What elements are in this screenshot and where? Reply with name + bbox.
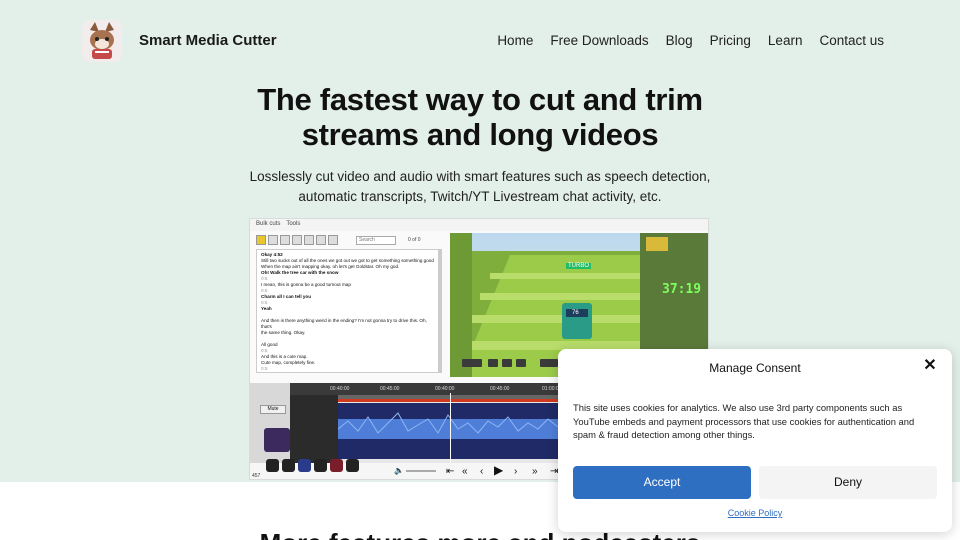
close-icon[interactable]: ✕ — [922, 358, 938, 374]
timeline-tick: 00:45:00 — [380, 386, 400, 392]
transcript-panel: Okay 4:52 Still two sucks out of all the … — [256, 249, 442, 373]
timeline-tick: 00:40:00 — [435, 386, 455, 392]
hero-subtitle: Losslessly cut video and audio with smar… — [200, 167, 760, 207]
audio-waveform — [338, 403, 558, 459]
volume-icon: 🔈 — [394, 466, 404, 475]
transcript-search: Search — [356, 236, 396, 245]
video-control-button — [502, 359, 512, 367]
hero-title-line-1: The fastest way to cut and trim — [257, 82, 703, 117]
clip-thumbnail — [346, 459, 359, 472]
site-logo[interactable] — [82, 20, 122, 62]
clip-thumbnail — [266, 459, 279, 472]
hud-badge: 76 — [572, 310, 579, 316]
play-icon: ▶ — [494, 463, 504, 477]
toolbar-icon — [292, 235, 302, 245]
cookie-consent-dialog: Manage Consent ✕ This site uses cookies … — [558, 349, 952, 532]
brand-name[interactable]: Smart Media Cutter — [139, 32, 277, 49]
transcript-line: And then is there anything weird in the … — [261, 318, 427, 329]
mute-button: Mute — [260, 405, 286, 414]
clip-thumbnail — [314, 459, 327, 472]
consent-title: Manage Consent — [709, 361, 801, 375]
cookie-policy-link[interactable]: Cookie Policy — [558, 508, 952, 518]
app-menubar: Bulk cuts Tools — [250, 219, 708, 231]
timeline-gap — [290, 383, 338, 463]
timeline-tick: 00:45:00 — [490, 386, 510, 392]
clip-thumbnail — [298, 459, 311, 472]
nav-contact-us[interactable]: Contact us — [819, 33, 884, 48]
channel-avatar — [264, 428, 290, 452]
video-control-button — [540, 359, 558, 367]
toolbar-icon — [328, 235, 338, 245]
timeline-ruler: 00:40:00 00:45:00 00:40:00 00:45:00 01:0… — [290, 383, 561, 395]
nav-learn[interactable]: Learn — [768, 33, 803, 48]
deny-button[interactable]: Deny — [759, 466, 937, 499]
toolbar-icon — [268, 235, 278, 245]
consent-text: This site uses cookies for analytics. We… — [573, 402, 915, 440]
hero-title: The fastest way to cut and trim streams … — [180, 82, 780, 152]
clip-thumbnail — [282, 459, 295, 472]
toolbar-icon — [316, 235, 326, 245]
site-header: Smart Media Cutter Home Free Downloads B… — [0, 0, 960, 84]
video-control-button — [488, 359, 498, 367]
waveform-spikes — [338, 412, 558, 434]
video-control-button — [516, 359, 526, 367]
video-control-button — [462, 359, 482, 367]
go-start-icon: ⇤ — [446, 466, 455, 477]
nav-home[interactable]: Home — [497, 33, 533, 48]
toolbar-icon — [280, 235, 290, 245]
toolbar-icon — [304, 235, 314, 245]
volume-slider — [406, 470, 436, 472]
match-count: 0 of 0 — [408, 237, 421, 243]
timeline-selection — [338, 399, 558, 402]
playhead — [450, 393, 451, 463]
fast-forward-icon: » — [532, 466, 538, 477]
nav-pricing[interactable]: Pricing — [710, 33, 751, 48]
nav-free-downloads[interactable]: Free Downloads — [550, 33, 648, 48]
clip-thumbnail — [330, 459, 343, 472]
timeline-tick: 00:40:00 — [330, 386, 350, 392]
hero-title-line-2: streams and long videos — [301, 117, 659, 152]
hero-subtitle-line-1: Losslessly cut video and audio with smar… — [249, 169, 711, 184]
menu-tools: Tools — [286, 221, 301, 227]
hud-timer: 37:19 — [662, 282, 702, 297]
app-toolbar — [256, 235, 338, 247]
rewind-icon: « — [462, 466, 468, 477]
hero-subtitle-line-2: automatic transcripts, Twitch/YT Livestr… — [298, 189, 662, 204]
transcript-line: Oh that oh that is a bad pattern — [261, 372, 437, 373]
next-icon: › — [514, 466, 518, 477]
cat-mascot-icon — [82, 20, 122, 62]
toolbar-icon — [256, 235, 266, 245]
frame-label: 457 — [252, 473, 261, 479]
main-nav: Home Free Downloads Blog Pricing Learn C… — [497, 33, 884, 48]
hud-label: TURBO — [566, 263, 591, 269]
accept-button[interactable]: Accept — [573, 466, 751, 499]
prev-icon: ‹ — [480, 466, 484, 477]
menu-bulk-cuts: Bulk cuts — [256, 221, 281, 227]
transcript-scrollbar — [438, 250, 441, 372]
nav-blog[interactable]: Blog — [666, 33, 693, 48]
